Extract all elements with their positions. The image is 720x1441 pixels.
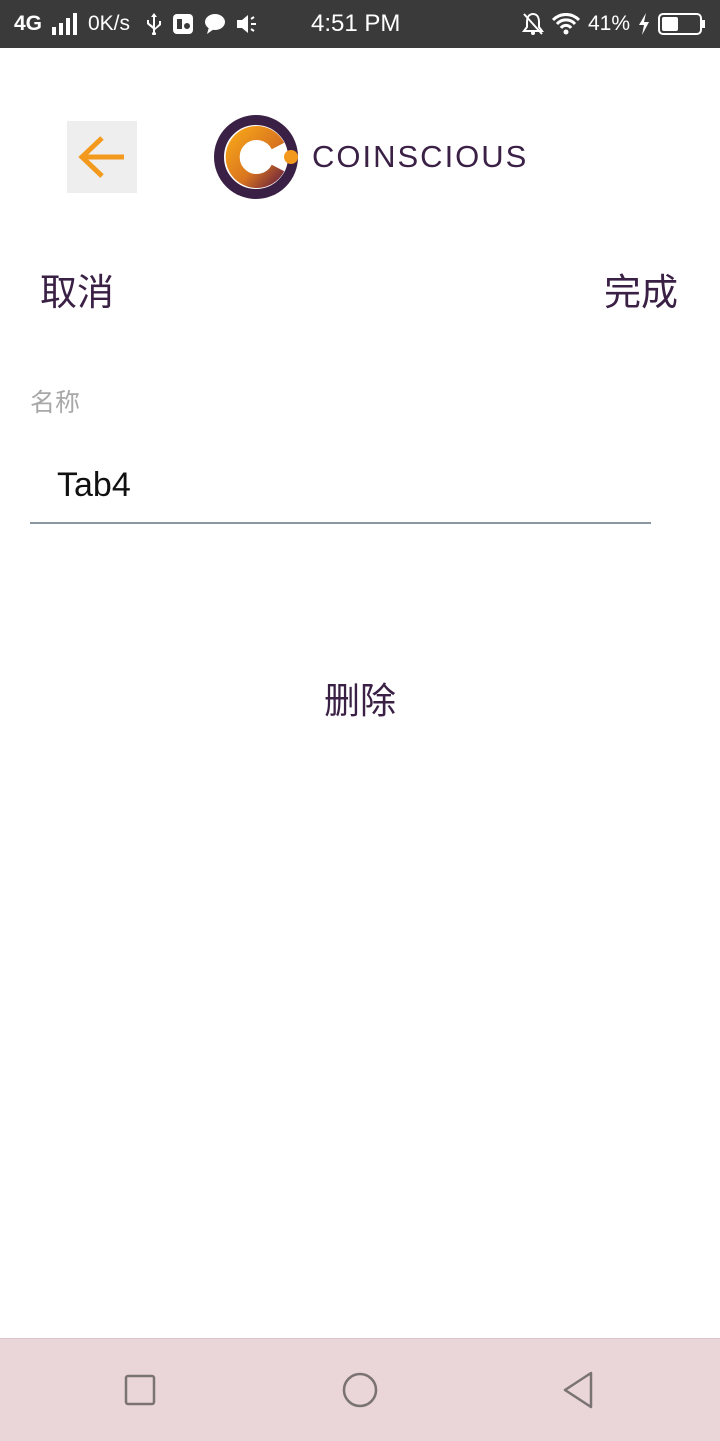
battery-percent: 41% (587, 12, 630, 35)
delete-button[interactable]: 删除 (0, 672, 720, 724)
usb-icon (146, 13, 162, 35)
chat-icon (204, 13, 226, 35)
recent-apps-button[interactable] (100, 1339, 180, 1441)
nav-back-button[interactable] (538, 1339, 618, 1441)
back-icon (563, 1371, 593, 1409)
recent-apps-icon (124, 1374, 156, 1406)
coinscious-logo: COINSCIOUS (214, 114, 528, 200)
logo-mark-icon (214, 115, 298, 199)
home-button[interactable] (320, 1339, 400, 1441)
notification-icons (146, 0, 260, 48)
volume-icon (236, 13, 260, 35)
network-speed: 0K/s (88, 12, 131, 35)
logo-text: COINSCIOUS (312, 139, 529, 174)
battery-icon (658, 12, 706, 36)
cancel-button[interactable]: 取消 (40, 262, 114, 316)
mute-bell-icon (521, 12, 544, 36)
status-bar: 4G 0K/s 4:51 PM 41% (0, 0, 720, 48)
name-field-label: 名称 (30, 388, 81, 417)
system-icons: 41% (521, 0, 706, 48)
arrow-left-icon (78, 136, 124, 178)
name-field[interactable] (30, 448, 651, 524)
wifi-icon (551, 13, 580, 35)
signal-icon (52, 0, 80, 48)
clock: 4:51 PM (311, 10, 401, 37)
home-icon (342, 1372, 378, 1408)
back-button[interactable] (67, 121, 137, 193)
network-type: 4G (14, 12, 43, 35)
app-notification-icon (172, 13, 194, 35)
charging-icon (638, 13, 650, 35)
done-button[interactable]: 完成 (604, 262, 678, 316)
system-nav-bar (0, 1338, 720, 1441)
